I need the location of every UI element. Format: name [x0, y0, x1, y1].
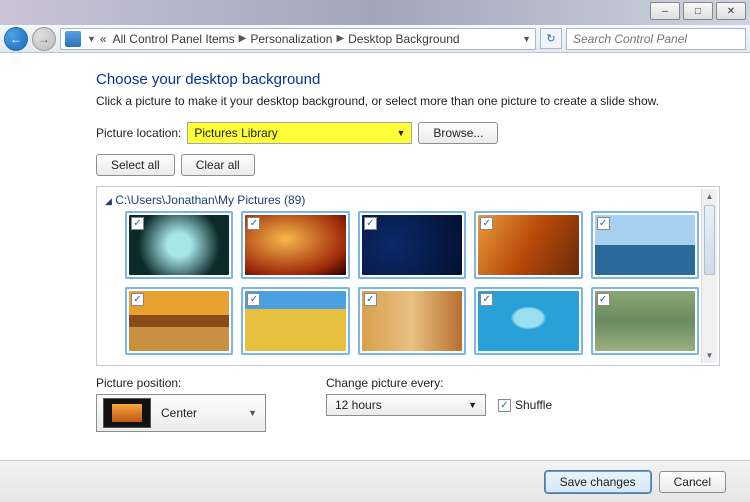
content: Choose your desktop background Click a p…	[0, 53, 750, 502]
thumbnail-image	[595, 291, 695, 351]
thumbnail-checkbox[interactable]: ✓	[247, 293, 260, 306]
select-all-button[interactable]: Select all	[96, 154, 175, 176]
chevron-down-icon[interactable]: ▼	[83, 34, 96, 44]
gallery-group-header[interactable]: ◢ C:\Users\Jonathan\My Pictures (89)	[97, 187, 719, 211]
scroll-up-icon[interactable]: ▲	[702, 189, 717, 204]
change-every-label: Change picture every:	[326, 376, 552, 390]
desktop-backdrop	[0, 0, 750, 25]
chevron-down-icon: ▼	[468, 400, 477, 410]
maximize-button[interactable]: □	[683, 2, 713, 20]
picture-location-value: Pictures Library	[194, 126, 277, 140]
thumbnail-image	[362, 215, 462, 275]
save-changes-button[interactable]: Save changes	[545, 471, 651, 493]
thumbnail-image	[362, 291, 462, 351]
cancel-button[interactable]: Cancel	[659, 471, 726, 493]
picture-location-dropdown[interactable]: Pictures Library ▼	[187, 122, 412, 144]
crumb-all-items[interactable]: All Control Panel Items	[111, 32, 237, 46]
crumb-prefix: «	[98, 32, 109, 46]
thumbnail-image	[245, 291, 345, 351]
position-preview	[103, 398, 151, 428]
thumbnail-image	[478, 291, 578, 351]
control-panel-icon	[65, 31, 81, 47]
thumbnail-image	[129, 215, 229, 275]
picture-position-value: Center	[157, 406, 240, 420]
scroll-thumb[interactable]	[704, 205, 715, 275]
chevron-right-icon: ▶	[239, 33, 247, 44]
thumbnail-checkbox[interactable]: ✓	[131, 293, 144, 306]
thumbnail-checkbox[interactable]: ✓	[247, 217, 260, 230]
chevron-down-icon: ▼	[240, 408, 265, 418]
back-button[interactable]: ←	[4, 27, 28, 51]
thumbnail[interactable]: ✓	[125, 211, 233, 279]
forward-button[interactable]: →	[32, 27, 56, 51]
thumbnail-checkbox[interactable]: ✓	[364, 293, 377, 306]
minimize-button[interactable]: –	[650, 2, 680, 20]
clear-all-button[interactable]: Clear all	[181, 154, 255, 176]
crumb-desktop-background[interactable]: Desktop Background	[346, 32, 461, 46]
page-subtitle: Click a picture to make it your desktop …	[96, 94, 720, 108]
refresh-button[interactable]: ↻	[540, 28, 562, 49]
picture-position-label: Picture position:	[96, 376, 266, 390]
thumbnail[interactable]: ✓	[241, 287, 349, 355]
scrollbar[interactable]: ▲ ▼	[701, 189, 717, 363]
crumb-personalization[interactable]: Personalization	[248, 32, 334, 46]
shuffle-label: Shuffle	[515, 398, 552, 412]
thumbnail-image	[478, 215, 578, 275]
thumbnail-image	[129, 291, 229, 351]
thumbnail-image	[245, 215, 345, 275]
close-button[interactable]: ✕	[716, 2, 746, 20]
thumbnail-checkbox[interactable]: ✓	[131, 217, 144, 230]
footer: Save changes Cancel	[0, 460, 750, 502]
thumbnail[interactable]: ✓	[474, 287, 582, 355]
nav-bar: ← → ▼ « All Control Panel Items ▶ Person…	[0, 25, 750, 53]
chevron-down-icon: ▼	[396, 128, 405, 138]
browse-button[interactable]: Browse...	[418, 122, 498, 144]
page-title: Choose your desktop background	[96, 71, 720, 88]
thumbnail-checkbox[interactable]: ✓	[597, 217, 610, 230]
change-every-value: 12 hours	[335, 398, 382, 412]
thumbnail-checkbox[interactable]: ✓	[364, 217, 377, 230]
chevron-right-icon: ▶	[336, 33, 344, 44]
gallery-group-name: C:\Users\Jonathan\My Pictures (89)	[115, 193, 305, 207]
thumbnail[interactable]: ✓	[125, 287, 233, 355]
search-input[interactable]	[566, 28, 746, 50]
shuffle-checkbox[interactable]: ✓	[498, 399, 511, 412]
collapse-icon: ◢	[105, 196, 112, 206]
thumbnail[interactable]: ✓	[241, 211, 349, 279]
chevron-down-icon[interactable]: ▼	[518, 34, 531, 44]
thumbnail-checkbox[interactable]: ✓	[480, 217, 493, 230]
change-every-dropdown[interactable]: 12 hours ▼	[326, 394, 486, 416]
gallery: ◢ C:\Users\Jonathan\My Pictures (89) ✓ ✓ ✓…	[96, 186, 720, 366]
thumbnail-image	[595, 215, 695, 275]
thumbnail-checkbox[interactable]: ✓	[480, 293, 493, 306]
picture-position-dropdown[interactable]: Center ▼	[96, 394, 266, 432]
thumbnail[interactable]: ✓	[591, 287, 699, 355]
thumbnail-checkbox[interactable]: ✓	[597, 293, 610, 306]
thumbnail[interactable]: ✓	[358, 287, 466, 355]
picture-location-label: Picture location:	[96, 126, 181, 140]
thumbnail[interactable]: ✓	[591, 211, 699, 279]
thumbnail[interactable]: ✓	[358, 211, 466, 279]
scroll-down-icon[interactable]: ▼	[702, 348, 717, 363]
thumbnail[interactable]: ✓	[474, 211, 582, 279]
breadcrumb[interactable]: ▼ « All Control Panel Items ▶ Personaliz…	[60, 28, 536, 50]
